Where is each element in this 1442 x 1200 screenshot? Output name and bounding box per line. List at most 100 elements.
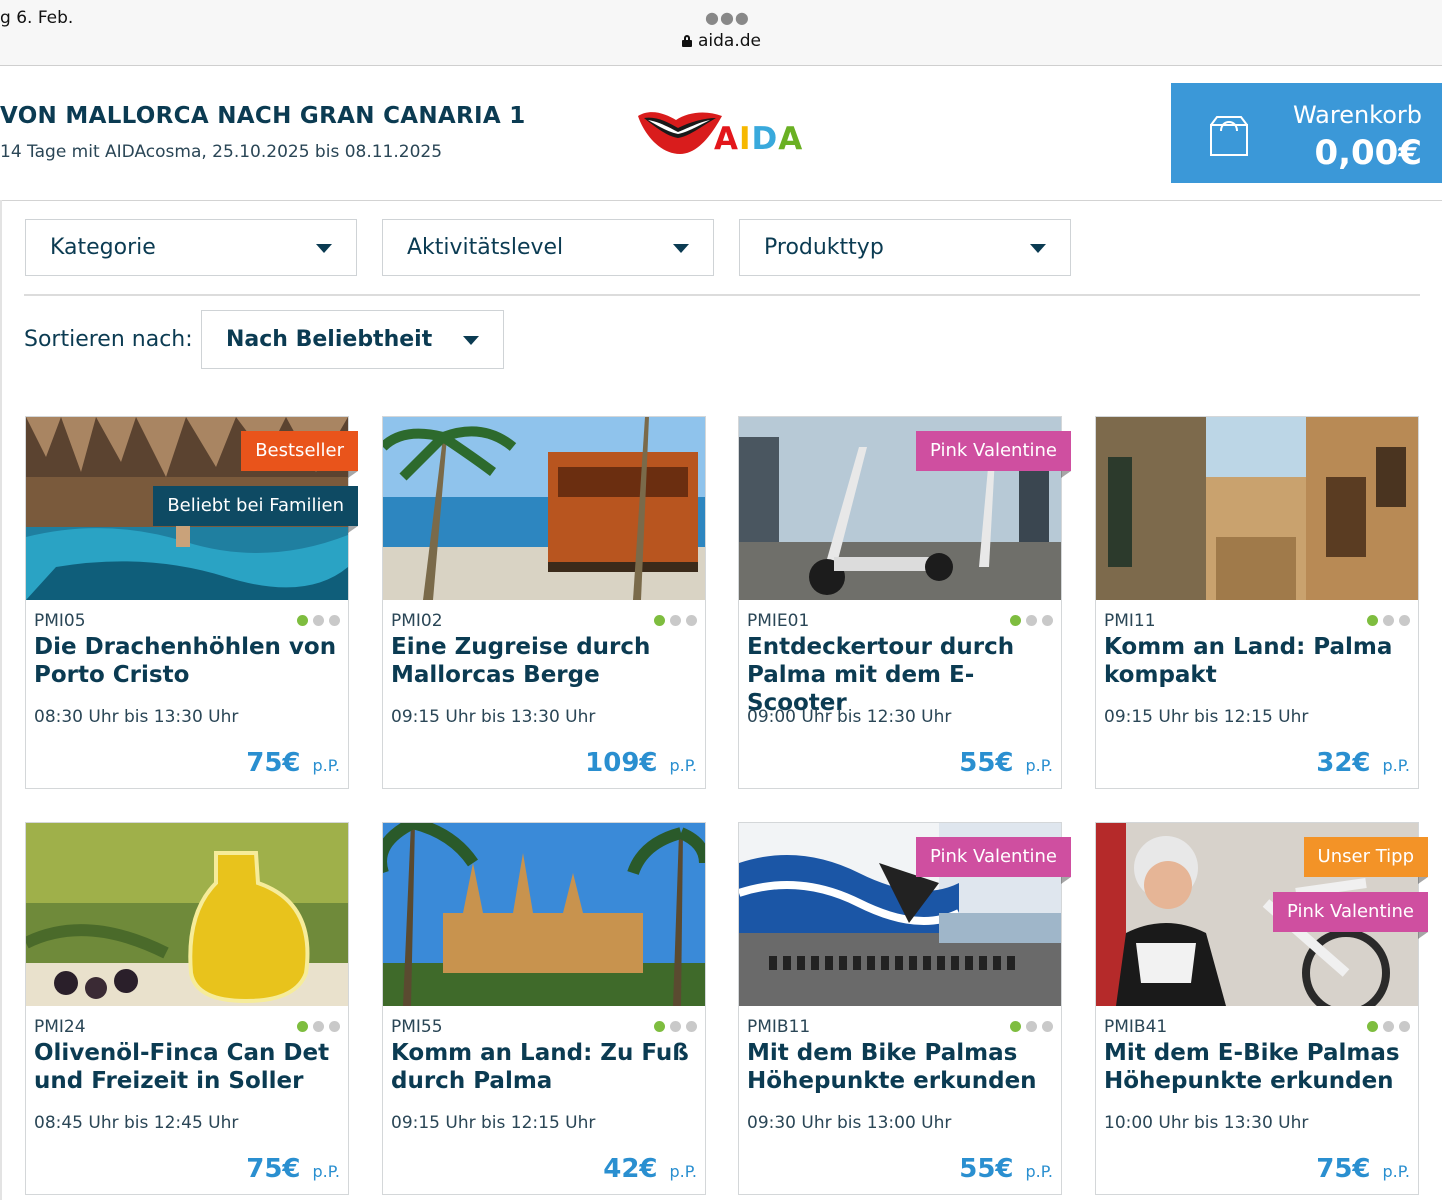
excursion-card-pmi11[interactable]: PMI11 Komm an Land: Palma kompakt 09:15 … [1095,416,1419,789]
price-unit: p.P. [1382,756,1410,775]
price-value: 75€ [246,748,301,778]
card-title[interactable]: Die Drachenhöhlen von Porto Cristo [34,633,340,689]
price-unit: p.P. [1382,1162,1410,1181]
cathedral-photo [383,823,705,1006]
excursion-card-pmi24[interactable]: PMI24 Olivenöl-Finca Can Det und Freizei… [25,822,349,1195]
activity-level-indicator [1010,615,1053,626]
price-unit: p.P. [669,756,697,775]
filter-produkttyp[interactable]: Produkttyp [739,219,1071,276]
filter-label: Produkttyp [764,235,884,260]
caret-down-icon [1030,244,1046,253]
card-time: 09:15 Uhr bis 12:15 Uhr [391,1113,596,1133]
price-value: 55€ [959,748,1014,778]
price-unit: p.P. [312,1162,340,1181]
price: 32€ p.P. [1316,748,1410,778]
card-time: 09:15 Uhr bis 13:30 Uhr [391,707,596,727]
excursion-card-pmi02[interactable]: PMI02 Eine Zugreise durch Mallorcas Berg… [382,416,706,789]
activity-level-indicator [654,1021,697,1032]
card-time: 09:30 Uhr bis 13:00 Uhr [747,1113,952,1133]
price-value: 42€ [603,1154,658,1184]
shopping-bag-icon [1210,116,1248,156]
product-code: PMI02 [391,611,443,631]
product-code: PMIB11 [747,1017,811,1037]
price-unit: p.P. [669,1162,697,1181]
excursion-card-pmib41[interactable]: Unser Tipp Pink Valentine PMIB41 Mit dem… [1095,822,1429,1195]
train-photo [383,417,705,600]
card-time: 09:00 Uhr bis 12:30 Uhr [747,707,952,727]
filter-divider [24,294,1420,296]
card-title[interactable]: Mit dem E-Bike Palmas Höhepunkte erkunde… [1104,1039,1410,1095]
badge-unser-tipp: Unser Tipp [1303,837,1429,884]
logo-letter: A [714,121,739,157]
card-title[interactable]: Komm an Land: Zu Fuß durch Palma [391,1039,697,1095]
activity-level-indicator [297,1021,340,1032]
product-code: PMI05 [34,611,86,631]
lock-icon [682,35,692,47]
logo-letter: I [739,121,752,157]
excursion-card-pmie01[interactable]: Pink Valentine PMIE01 Entdeckertour durc… [738,416,1071,789]
price-unit: p.P. [1025,1162,1053,1181]
activity-level-indicator [297,615,340,626]
address-bar[interactable]: aida.de [682,31,761,51]
tab-overview-dots-icon[interactable]: ●●● [705,8,750,27]
logo-letter: D [751,121,779,157]
activity-level-indicator [1367,1021,1410,1032]
caret-down-icon [463,336,479,345]
card-title[interactable]: Entdeckertour durch Palma mit dem E-Scoo… [747,633,1053,717]
content-left-border [0,200,2,1200]
cart-label: Warenkorb [1292,101,1422,129]
card-title[interactable]: Komm an Land: Palma kompakt [1104,633,1410,689]
price: 42€ p.P. [603,1154,697,1184]
page-title: VON MALLORCA NACH GRAN CANARIA 1 [0,103,526,129]
browser-bar: g 6. Feb. ●●● aida.de [0,0,1442,66]
olive-oil-photo [26,823,348,1006]
filter-kategorie[interactable]: Kategorie [25,219,357,276]
price-value: 109€ [585,748,658,778]
card-title[interactable]: Olivenöl-Finca Can Det und Freizeit in S… [34,1039,340,1095]
cart-amount: 0,00€ [1314,133,1422,173]
product-code: PMI55 [391,1017,443,1037]
card-title[interactable]: Eine Zugreise durch Mallorcas Berge [391,633,697,689]
card-title[interactable]: Mit dem Bike Palmas Höhepunkte erkunden [747,1039,1053,1095]
badge-pink-valentine: Pink Valentine [916,431,1071,478]
aida-logo-text: AIDA [714,121,803,157]
aida-lips-icon [638,112,722,154]
price: 75€ p.P. [246,748,340,778]
badge-family: Beliebt bei Familien [153,486,358,533]
sort-label: Sortieren nach: [24,327,193,352]
product-code: PMI11 [1104,611,1156,631]
excursion-card-pmi55[interactable]: PMI55 Komm an Land: Zu Fuß durch Palma 0… [382,822,706,1195]
sort-select[interactable]: Nach Beliebtheit [201,310,504,369]
price-value: 55€ [959,1154,1014,1184]
badge-bestseller: Bestseller [241,431,358,478]
price: 55€ p.P. [959,1154,1053,1184]
filter-aktivitaetslevel[interactable]: Aktivitätslevel [382,219,714,276]
sort-value: Nach Beliebtheit [226,327,433,352]
caret-down-icon [673,244,689,253]
price-value: 75€ [246,1154,301,1184]
palma-street-photo [1096,417,1418,600]
price-value: 32€ [1316,748,1371,778]
activity-level-indicator [654,615,697,626]
price-unit: p.P. [312,756,340,775]
excursion-card-pmi05[interactable]: Bestseller Beliebt bei Familien PMI05 Di… [25,416,358,789]
card-time: 10:00 Uhr bis 13:30 Uhr [1104,1113,1309,1133]
excursion-card-pmib11[interactable]: Pink Valentine PMIB11 Mit dem Bike Palma… [738,822,1071,1195]
cart-button[interactable]: Warenkorb 0,00€ [1171,83,1442,183]
product-code: PMIE01 [747,611,810,631]
filter-label: Aktivitätslevel [407,235,564,260]
price-value: 75€ [1316,1154,1371,1184]
url-text: aida.de [698,31,762,51]
activity-level-indicator [1010,1021,1053,1032]
status-date: g 6. Feb. [0,8,74,28]
card-time: 08:30 Uhr bis 13:30 Uhr [34,707,239,727]
badge-pink-valentine: Pink Valentine [1273,892,1428,939]
logo-letter: A [778,121,804,157]
header-divider [0,200,1442,201]
price: 75€ p.P. [1316,1154,1410,1184]
card-time: 08:45 Uhr bis 12:45 Uhr [34,1113,239,1133]
price: 109€ p.P. [585,748,697,778]
price: 75€ p.P. [246,1154,340,1184]
product-code: PMIB41 [1104,1017,1168,1037]
price-unit: p.P. [1025,756,1053,775]
